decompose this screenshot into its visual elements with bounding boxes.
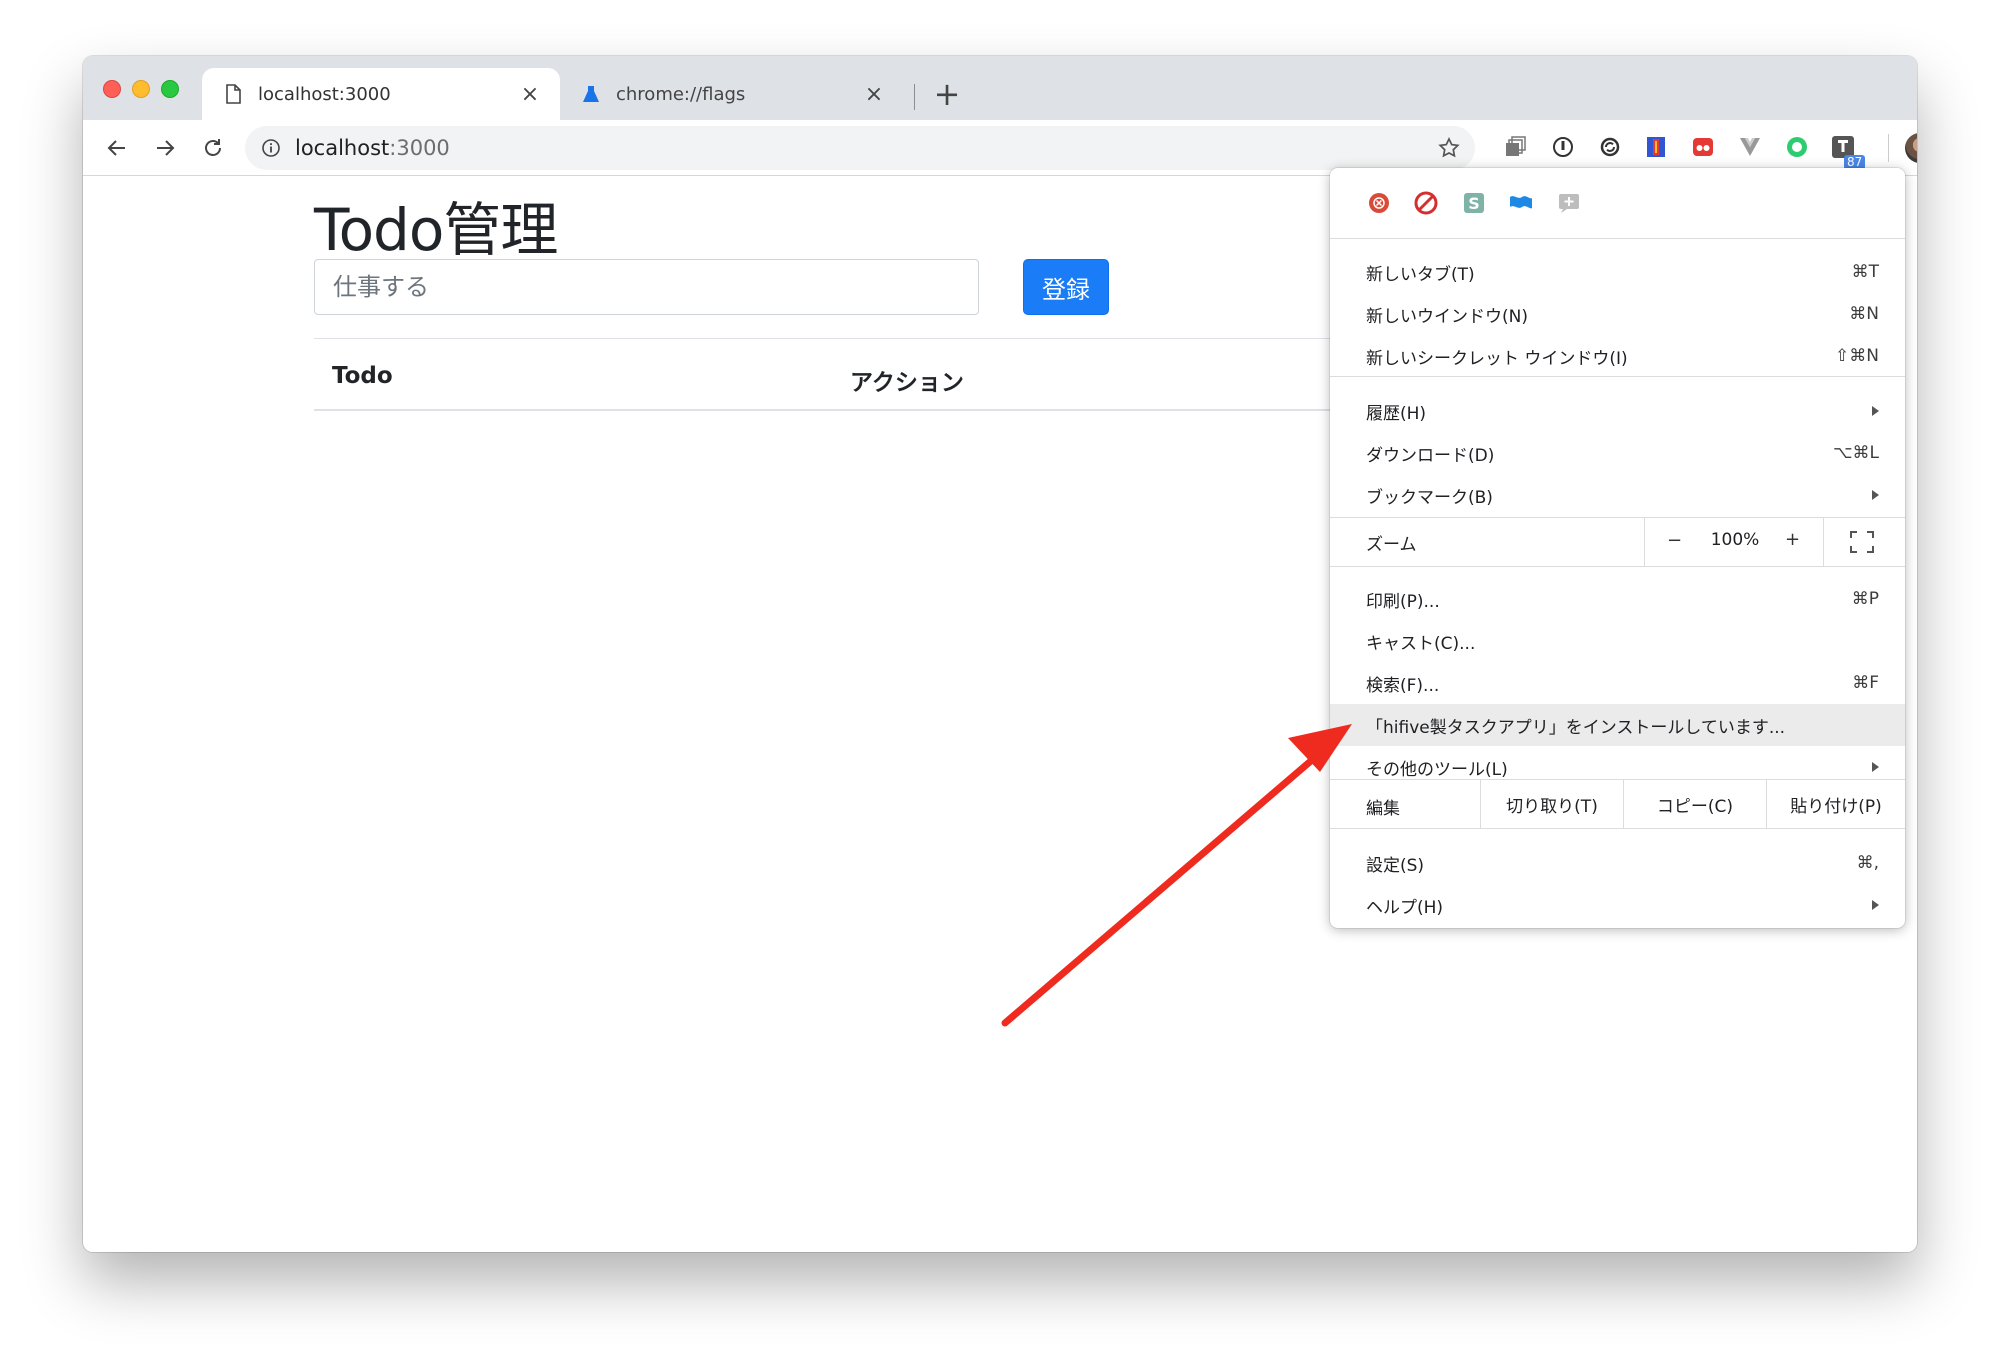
- green-extension-icon[interactable]: [1782, 132, 1812, 162]
- menu-item-settings[interactable]: 設定(S) ⌘,: [1330, 842, 1905, 884]
- profile-avatar[interactable]: [1905, 133, 1917, 163]
- new-tab-button[interactable]: +: [931, 78, 963, 110]
- minimize-window-button[interactable]: [132, 80, 150, 98]
- toolbar-divider: [1888, 134, 1889, 162]
- menu-item-new-tab[interactable]: 新しいタブ(T) ⌘T: [1330, 251, 1905, 293]
- tab-title: chrome://flags: [616, 83, 746, 105]
- copy-button[interactable]: コピー(C): [1623, 780, 1766, 828]
- comment-extension-icon[interactable]: [1556, 190, 1582, 216]
- close-tab-icon[interactable]: ×: [518, 82, 542, 107]
- submenu-arrow-icon: [1872, 490, 1879, 500]
- menu-extensions-row: S: [1330, 168, 1905, 238]
- menu-item-print[interactable]: 印刷(P)... ⌘P: [1330, 578, 1905, 620]
- arrow-right-icon: [157, 140, 175, 156]
- table-header-border: [314, 409, 1434, 411]
- reload-button[interactable]: [195, 130, 231, 166]
- register-button[interactable]: 登録: [1023, 259, 1109, 315]
- tab-title: localhost:3000: [258, 83, 391, 105]
- menu-item-new-window[interactable]: 新しいウインドウ(N) ⌘N: [1330, 293, 1905, 335]
- menu-item-install-app[interactable]: 「hifive製タスクアプリ」をインストールしています...: [1330, 704, 1905, 746]
- s-extension-icon[interactable]: S: [1461, 190, 1487, 216]
- close-tab-icon[interactable]: ×: [862, 82, 886, 107]
- zoom-level: 100%: [1710, 530, 1760, 550]
- flag-extension-icon[interactable]: [1508, 190, 1534, 216]
- red-extension-icon[interactable]: [1688, 132, 1718, 162]
- tab-strip: localhost:3000 × chrome://flags × +: [83, 56, 1917, 120]
- tab-chrome-flags[interactable]: chrome://flags ×: [560, 68, 904, 120]
- table-header-todo: Todo: [332, 363, 393, 389]
- menu-item-new-incognito[interactable]: 新しいシークレット ウインドウ(I) ⇧⌘N: [1330, 335, 1905, 377]
- tab-localhost[interactable]: localhost:3000 ×: [202, 68, 560, 120]
- menu-item-find[interactable]: 検索(F)... ⌘F: [1330, 662, 1905, 704]
- page-title: Todo管理: [314, 196, 558, 264]
- info-icon[interactable]: [261, 138, 281, 158]
- flask-icon: [580, 83, 602, 105]
- vue-extension-icon[interactable]: [1735, 132, 1765, 162]
- page-icon: [222, 83, 244, 105]
- fullscreen-icon[interactable]: [1850, 531, 1874, 553]
- forward-button[interactable]: [147, 130, 183, 166]
- todo-input[interactable]: [314, 259, 979, 315]
- zoom-window-button[interactable]: [161, 80, 179, 98]
- block-extension-icon[interactable]: [1413, 190, 1439, 216]
- svg-text:S: S: [1468, 194, 1480, 213]
- zoom-row: ズーム − 100% +: [1330, 518, 1905, 566]
- cut-button[interactable]: 切り取り(T): [1480, 780, 1623, 828]
- close-window-button[interactable]: [103, 80, 121, 98]
- bookmark-star-icon[interactable]: [1435, 134, 1463, 162]
- edit-row: 編集 切り取り(T) コピー(C) 貼り付け(P): [1330, 780, 1905, 828]
- back-button[interactable]: [99, 130, 135, 166]
- reload-icon: [205, 139, 221, 156]
- zoom-label: ズーム: [1366, 535, 1417, 555]
- menu-item-help[interactable]: ヘルプ(H): [1330, 884, 1905, 926]
- menu-separator: [1330, 376, 1905, 377]
- menu-separator: [1330, 238, 1905, 239]
- paste-button[interactable]: 貼り付け(P): [1766, 780, 1905, 828]
- table-top-border: [314, 338, 1434, 339]
- zoom-in-button[interactable]: +: [1785, 529, 1800, 550]
- menu-item-bookmarks[interactable]: ブックマーク(B): [1330, 474, 1905, 516]
- password-manager-extension-icon[interactable]: [1548, 132, 1578, 162]
- tab-separator: [914, 84, 915, 110]
- colorful-extension-icon[interactable]: [1641, 132, 1671, 162]
- menu-separator: [1330, 828, 1905, 829]
- sync-extension-icon[interactable]: [1595, 132, 1625, 162]
- menu-item-history[interactable]: 履歴(H): [1330, 390, 1905, 432]
- menu-item-cast[interactable]: キャスト(C)...: [1330, 620, 1905, 662]
- menu-separator: [1330, 566, 1905, 567]
- submenu-arrow-icon: [1872, 762, 1879, 772]
- arrow-left-icon: [107, 140, 125, 156]
- zoom-out-button[interactable]: −: [1667, 530, 1682, 551]
- tab-stack-extension-icon[interactable]: [1500, 132, 1530, 162]
- edit-label: 編集: [1366, 799, 1400, 819]
- zoom-controls: − 100% +: [1644, 518, 1824, 566]
- submenu-arrow-icon: [1872, 900, 1879, 910]
- address-bar[interactable]: localhost:3000: [245, 126, 1475, 170]
- url-text: localhost:3000: [295, 136, 450, 160]
- menu-item-downloads[interactable]: ダウンロード(D) ⌥⌘L: [1330, 432, 1905, 474]
- table-header-action: アクション: [850, 370, 964, 396]
- submenu-arrow-icon: [1872, 406, 1879, 416]
- chrome-menu: S 新しいタブ(T) ⌘T 新しいウインドウ(N) ⌘N 新しいシークレット ウイン…: [1330, 168, 1905, 928]
- close-circle-extension-icon[interactable]: [1366, 190, 1392, 216]
